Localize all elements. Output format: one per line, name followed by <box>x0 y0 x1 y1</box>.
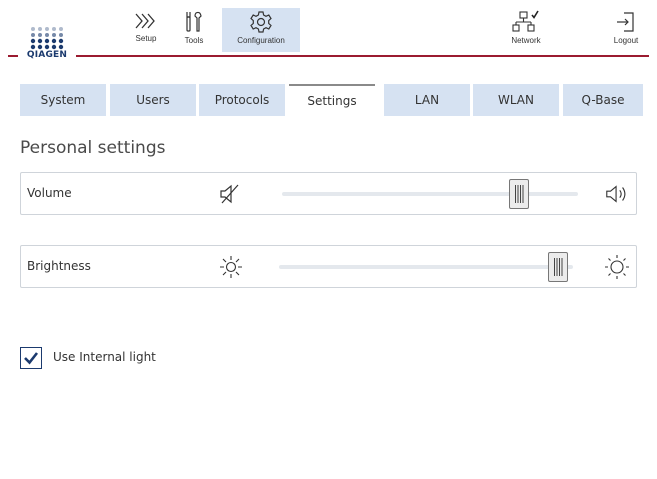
tab-protocols[interactable]: Protocols <box>199 84 285 116</box>
volume-slider-thumb[interactable] <box>508 179 529 209</box>
nav-tools-button[interactable]: Tools <box>178 8 210 52</box>
thumb-grip <box>514 185 524 203</box>
settings-tabs: System Users Protocols Settings LAN WLAN… <box>20 84 643 116</box>
chevrons-right-icon <box>135 13 155 29</box>
speaker-loud-icon[interactable] <box>604 181 630 207</box>
section-title: Personal settings <box>20 138 166 158</box>
logo-dots-icon <box>30 27 64 50</box>
tab-wlan[interactable]: WLAN <box>473 84 559 116</box>
brightness-row: Brightness <box>20 245 637 288</box>
tab-users[interactable]: Users <box>110 84 196 116</box>
brightness-slider-thumb[interactable] <box>548 252 569 282</box>
volume-label: Volume <box>27 186 72 200</box>
volume-row: Volume <box>20 172 637 215</box>
checkmark-icon <box>24 352 39 365</box>
tab-q-base[interactable]: Q-Base <box>563 84 643 116</box>
app-header: QIAGEN Setup Tools Configuration Network… <box>0 0 657 60</box>
sun-dim-icon[interactable] <box>218 254 244 280</box>
tab-system[interactable]: System <box>20 84 106 116</box>
tab-lan[interactable]: LAN <box>384 84 470 116</box>
nav-setup-button[interactable]: Setup <box>128 8 164 52</box>
nav-logout-button[interactable]: Logout <box>606 8 646 52</box>
thumb-grip <box>554 258 564 276</box>
nav-network-button[interactable]: Network <box>503 8 549 52</box>
header-divider <box>8 55 649 57</box>
brightness-label: Brightness <box>27 259 91 273</box>
logout-icon <box>617 12 634 32</box>
brightness-slider-track[interactable] <box>279 265 573 269</box>
volume-slider-track[interactable] <box>282 192 578 196</box>
logo-text: QIAGEN <box>18 50 76 60</box>
nav-configuration-label: Configuration <box>237 36 285 45</box>
speaker-muted-icon[interactable] <box>218 181 244 207</box>
internal-light-label: Use Internal light <box>53 350 156 364</box>
gear-icon <box>250 11 272 33</box>
tools-icon <box>186 11 202 32</box>
sun-bright-icon[interactable] <box>604 254 630 280</box>
nav-tools-label: Tools <box>184 36 204 45</box>
nav-configuration-button[interactable]: Configuration <box>222 8 300 52</box>
network-icon <box>512 10 539 32</box>
nav-setup-label: Setup <box>135 34 157 43</box>
nav-network-label: Network <box>511 36 541 45</box>
tab-settings[interactable]: Settings <box>289 84 375 116</box>
nav-logout-label: Logout <box>613 36 639 45</box>
internal-light-checkbox[interactable] <box>20 347 42 369</box>
